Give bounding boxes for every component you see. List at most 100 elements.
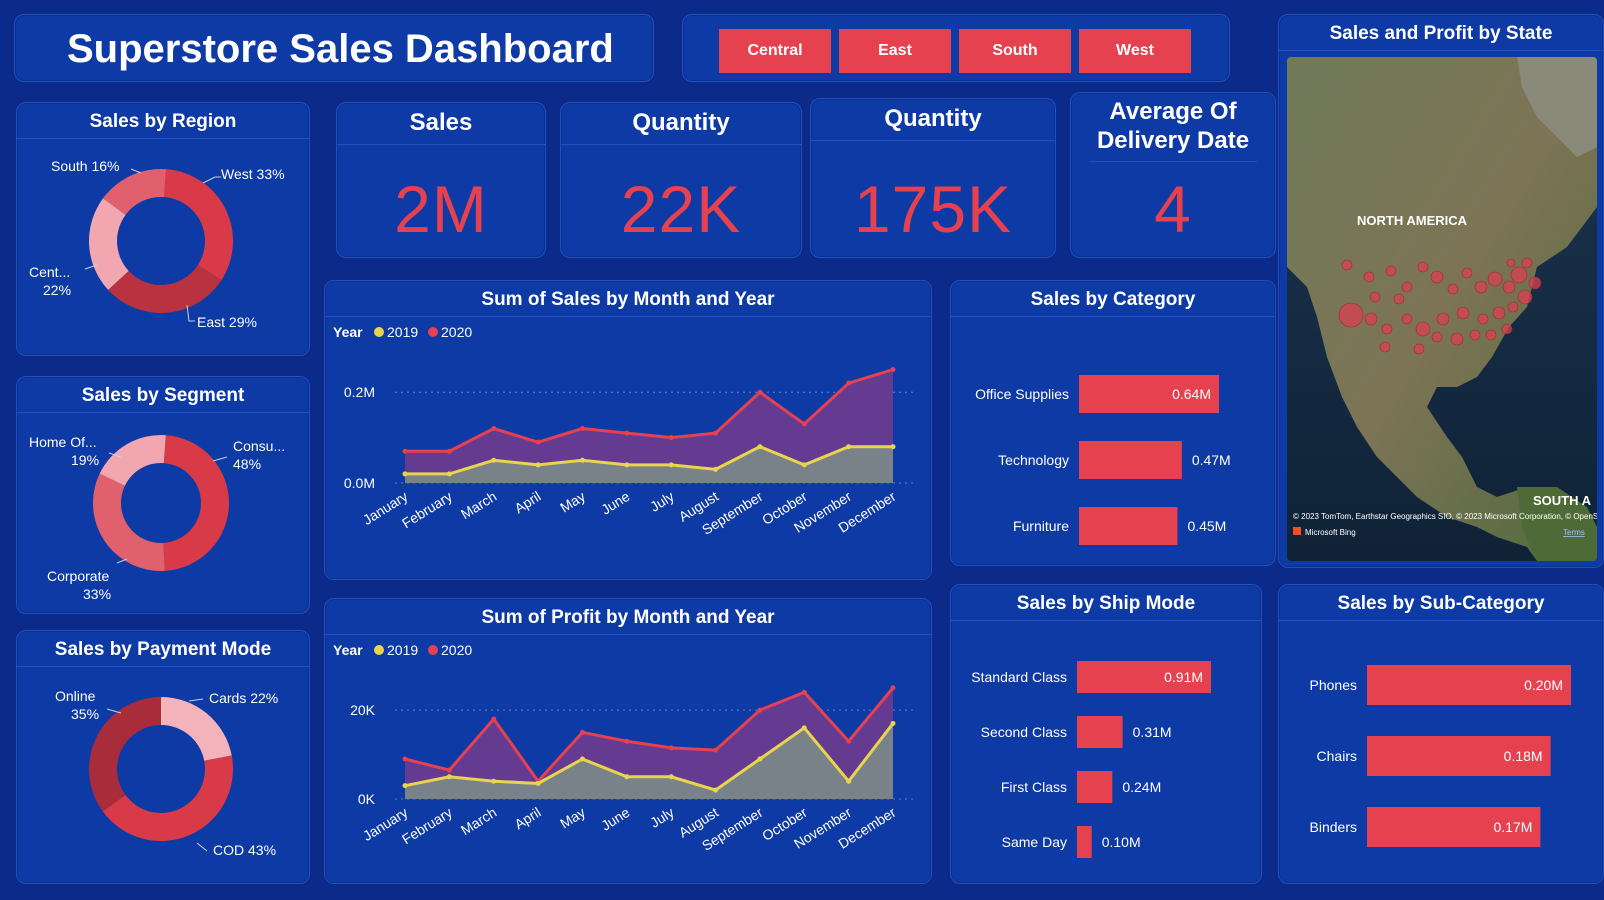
- point-2019[interactable]: [624, 774, 630, 780]
- map-state-bubble[interactable]: [1430, 270, 1444, 284]
- map-state-bubble[interactable]: [1450, 332, 1464, 346]
- map-state-bubble[interactable]: [1431, 331, 1443, 343]
- point-2019[interactable]: [624, 462, 630, 468]
- point-2019[interactable]: [801, 462, 807, 468]
- map-state-bubble[interactable]: [1369, 291, 1381, 303]
- map-state-bubble[interactable]: [1507, 301, 1519, 313]
- sales-by-month-panel[interactable]: Sum of Sales by Month and Year Year 2019 2…: [324, 280, 932, 580]
- donut-slice[interactable]: [163, 435, 230, 571]
- point-2020[interactable]: [890, 685, 896, 691]
- point-2020[interactable]: [491, 716, 497, 722]
- map-state-bubble[interactable]: [1379, 341, 1391, 353]
- map-state-bubble[interactable]: [1469, 329, 1481, 341]
- sales-by-subcategory-panel[interactable]: Sales by Sub-Category Phones 0.20M Chairs 0…: [1278, 584, 1604, 884]
- map-state-bubble[interactable]: [1502, 280, 1516, 294]
- point-2019[interactable]: [846, 444, 852, 450]
- legend-label[interactable]: 2020: [441, 642, 472, 658]
- point-2020[interactable]: [579, 426, 585, 432]
- sales-by-shipmode-panel[interactable]: Sales by Ship Mode Standard Class 0.91M Se…: [950, 584, 1262, 884]
- slicer-central-button[interactable]: Central: [719, 29, 831, 73]
- point-2020[interactable]: [713, 747, 719, 753]
- map-state-bubble[interactable]: [1506, 258, 1516, 268]
- point-2019[interactable]: [446, 774, 452, 780]
- bar[interactable]: [1079, 441, 1182, 479]
- state-bubble-map[interactable]: NORTH AMERICA SOUTH A © 2023 TomTom, Ear…: [1287, 57, 1597, 561]
- sales-by-category-panel[interactable]: Sales by Category Office Supplies 0.64M Te…: [950, 280, 1276, 566]
- sales-by-category-chart[interactable]: Office Supplies 0.64M Technology 0.47M Furni…: [951, 319, 1275, 565]
- map-state-bubble[interactable]: [1477, 313, 1489, 325]
- map-state-bubble[interactable]: [1528, 276, 1542, 290]
- point-2019[interactable]: [713, 466, 719, 472]
- sales-by-segment-donut[interactable]: Consu... 48% Corporate 33% Home Of... 19%: [17, 415, 309, 613]
- point-2020[interactable]: [624, 430, 630, 436]
- map-state-bubble[interactable]: [1338, 302, 1364, 328]
- point-2019[interactable]: [668, 774, 674, 780]
- sales-by-subcategory-chart[interactable]: Phones 0.20M Chairs 0.18M Binders 0.17M: [1279, 623, 1603, 883]
- sales-by-payment-panel[interactable]: Sales by Payment Mode Cards 22% COD 43% On…: [16, 630, 310, 884]
- point-2019[interactable]: [757, 444, 763, 450]
- point-2020[interactable]: [668, 435, 674, 441]
- slicer-east-button[interactable]: East: [839, 29, 951, 73]
- point-2020[interactable]: [757, 707, 763, 713]
- map-state-bubble[interactable]: [1401, 313, 1413, 325]
- point-2019[interactable]: [757, 756, 763, 762]
- point-2020[interactable]: [801, 689, 807, 695]
- bar[interactable]: [1077, 716, 1123, 748]
- slicer-south-button[interactable]: South: [959, 29, 1071, 73]
- point-2019[interactable]: [801, 725, 807, 731]
- map-state-bubble[interactable]: [1364, 312, 1378, 326]
- point-2019[interactable]: [402, 783, 408, 789]
- map-state-bubble[interactable]: [1492, 306, 1506, 320]
- point-2019[interactable]: [713, 787, 719, 793]
- bar[interactable]: [1079, 507, 1178, 545]
- map-state-bubble[interactable]: [1341, 259, 1353, 271]
- sales-by-region-donut[interactable]: West 33% East 29% Cent... 22% South 16%: [17, 141, 309, 355]
- point-2019[interactable]: [535, 780, 541, 786]
- map-state-bubble[interactable]: [1485, 329, 1497, 341]
- map-state-bubble[interactable]: [1385, 265, 1397, 277]
- point-2020[interactable]: [846, 380, 852, 386]
- point-2019[interactable]: [846, 778, 852, 784]
- map-state-bubble[interactable]: [1510, 266, 1528, 284]
- map-state-bubble[interactable]: [1487, 271, 1503, 287]
- map-state-bubble[interactable]: [1447, 283, 1459, 295]
- map-state-bubble[interactable]: [1413, 343, 1425, 355]
- donut-slice[interactable]: [89, 697, 161, 812]
- point-2019[interactable]: [579, 756, 585, 762]
- point-2020[interactable]: [402, 756, 408, 762]
- sales-by-shipmode-chart[interactable]: Standard Class 0.91M Second Class 0.31M Firs…: [951, 623, 1261, 883]
- map-state-bubble[interactable]: [1501, 323, 1513, 335]
- map-state-bubble[interactable]: [1521, 257, 1533, 269]
- profit-by-month-chart[interactable]: Year 2019 20200K20KJanuaryFebruary March Apr…: [325, 637, 931, 883]
- point-2019[interactable]: [491, 778, 497, 784]
- point-2019[interactable]: [402, 471, 408, 477]
- map-state-bubble[interactable]: [1415, 321, 1431, 337]
- point-2020[interactable]: [402, 448, 408, 454]
- point-2019[interactable]: [890, 720, 896, 726]
- point-2020[interactable]: [446, 767, 452, 773]
- point-2019[interactable]: [535, 462, 541, 468]
- sales-by-payment-donut[interactable]: Cards 22% COD 43% Online 35%: [17, 669, 309, 883]
- map-state-bubble[interactable]: [1363, 271, 1375, 283]
- slicer-west-button[interactable]: West: [1079, 29, 1191, 73]
- map-state-bubble[interactable]: [1436, 312, 1450, 326]
- sales-by-region-panel[interactable]: Sales by Region West 33% East 29% Cent... 2…: [16, 102, 310, 356]
- donut-slice[interactable]: [164, 169, 233, 281]
- point-2019[interactable]: [668, 462, 674, 468]
- legend-label[interactable]: 2019: [387, 324, 418, 340]
- point-2020[interactable]: [890, 367, 896, 373]
- map-terms-link[interactable]: Terms: [1563, 528, 1585, 537]
- legend-label[interactable]: 2019: [387, 642, 418, 658]
- point-2020[interactable]: [535, 439, 541, 445]
- point-2019[interactable]: [890, 444, 896, 450]
- map-state-bubble[interactable]: [1393, 293, 1405, 305]
- point-2020[interactable]: [713, 430, 719, 436]
- map-state-bubble[interactable]: [1456, 306, 1470, 320]
- map-state-bubble[interactable]: [1417, 261, 1429, 273]
- point-2020[interactable]: [624, 738, 630, 744]
- legend-label[interactable]: 2020: [441, 324, 472, 340]
- map-state-bubble[interactable]: [1517, 289, 1533, 305]
- donut-slice[interactable]: [161, 697, 232, 761]
- point-2020[interactable]: [846, 738, 852, 744]
- donut-slice[interactable]: [102, 755, 233, 841]
